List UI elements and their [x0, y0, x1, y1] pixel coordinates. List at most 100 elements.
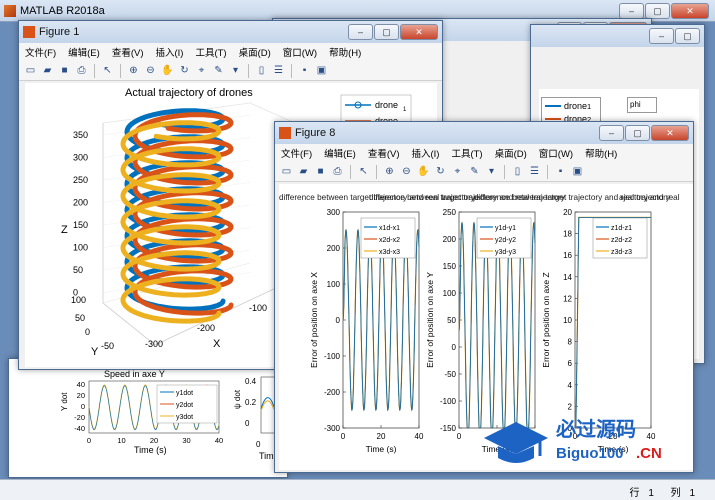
show-plot-tools-icon[interactable]: ▣: [570, 164, 585, 179]
z-tick-label: 300: [73, 153, 88, 163]
bg-right-tick-3: 0: [245, 419, 250, 428]
legend-label: y1d-y1: [495, 225, 516, 232]
fig8-maximize-button[interactable]: ▢: [625, 125, 650, 141]
z-tick-label: 50: [73, 265, 83, 275]
data-cursor-icon[interactable]: ⌖: [450, 164, 465, 179]
pan-icon[interactable]: ✋: [160, 63, 175, 78]
menu-insert[interactable]: 插入(I): [155, 45, 183, 59]
fig1-zlabel: Z: [61, 224, 68, 236]
menu-edit[interactable]: 编辑(E): [68, 45, 100, 59]
menu-window[interactable]: 窗口(W): [283, 45, 317, 59]
zoom-out-icon[interactable]: ⊖: [399, 164, 414, 179]
x-tick-label: 0: [457, 432, 462, 441]
legend-icon[interactable]: ☰: [527, 164, 542, 179]
pointer-icon[interactable]: ↖: [100, 63, 115, 78]
watermark-logo: 必过源码 Biguo100 .CN: [478, 410, 683, 470]
new-file-icon[interactable]: ▭: [279, 164, 294, 179]
save-icon[interactable]: ■: [313, 164, 328, 179]
bg3-maximize-button[interactable]: ▢: [675, 28, 700, 44]
pan-icon[interactable]: ✋: [416, 164, 431, 179]
menu-insert[interactable]: 插入(I): [411, 146, 439, 160]
menu-help[interactable]: 帮助(H): [329, 45, 361, 59]
legend-icon[interactable]: ☰: [271, 63, 286, 78]
y-tick-label: -100: [324, 352, 341, 361]
menu-file[interactable]: 文件(F): [281, 146, 312, 160]
y-tick-label: 250: [443, 208, 457, 217]
new-file-icon[interactable]: ▭: [23, 63, 38, 78]
zoom-out-icon[interactable]: ⊖: [143, 63, 158, 78]
open-folder-icon[interactable]: ▰: [40, 63, 55, 78]
menu-view[interactable]: 查看(V): [368, 146, 400, 160]
menu-help[interactable]: 帮助(H): [585, 146, 617, 160]
pointer-icon[interactable]: ↖: [356, 164, 371, 179]
menu-window[interactable]: 窗口(W): [539, 146, 573, 160]
fig1-legend-drone-1: drone: [375, 100, 398, 110]
matlab-close-button[interactable]: ✕: [671, 3, 709, 19]
brush-icon[interactable]: ✎: [467, 164, 482, 179]
fig1-minimize-button[interactable]: –: [348, 24, 373, 40]
menu-tools[interactable]: 工具(T): [451, 146, 482, 160]
rotate-icon[interactable]: ↻: [433, 164, 448, 179]
save-icon[interactable]: ■: [57, 63, 72, 78]
z-tick-label: 200: [73, 198, 88, 208]
bottom-y-tick-label: 0: [81, 402, 85, 411]
legend-label: y3d-y3: [495, 249, 516, 256]
y-tick-label: 12: [563, 294, 572, 303]
matlab-minimize-button[interactable]: –: [619, 3, 644, 19]
menu-desktop[interactable]: 桌面(D): [239, 45, 271, 59]
bottom-x-tick-label: 0: [87, 436, 91, 445]
open-folder-icon[interactable]: ▰: [296, 164, 311, 179]
legend-label: z3d-z3: [611, 249, 632, 256]
menu-view[interactable]: 查看(V): [112, 45, 144, 59]
y-tick-label: -300: [324, 424, 341, 433]
print-icon[interactable]: ⎙: [330, 164, 345, 179]
fig1-menubar: 文件(F) 编辑(E) 查看(V) 插入(I) 工具(T) 桌面(D) 窗口(W…: [19, 43, 442, 61]
data-cursor-icon[interactable]: ⌖: [194, 63, 209, 78]
fig8-close-button[interactable]: ✕: [651, 125, 689, 141]
bg-bottom-chart: Speed in axe Y 40 20 0 -20 -40 0 10 20 30 40 Y d…: [60, 369, 287, 461]
bg-bottom-figure[interactable]: Speed in axe Y 40 20 0 -20 -40 0 10 20 30 40 Y d…: [8, 358, 288, 478]
y-tick-label: 200: [327, 244, 341, 253]
y-tick-label: -100: [440, 397, 457, 406]
hide-plot-tools-icon[interactable]: ▪: [553, 164, 568, 179]
y-tick-label: 0: [85, 327, 90, 337]
y-tick-label: 16: [563, 251, 572, 260]
legend-label: z2d-z2: [611, 237, 632, 244]
show-plot-tools-icon[interactable]: ▣: [314, 63, 329, 78]
bottom-x-tick-label: 30: [182, 436, 190, 445]
bg3-minimize-button[interactable]: –: [649, 28, 674, 44]
print-icon[interactable]: ⎙: [74, 63, 89, 78]
fig1-maximize-button[interactable]: ▢: [374, 24, 399, 40]
colorbar-icon[interactable]: ▯: [254, 63, 269, 78]
brush-icon[interactable]: ✎: [211, 63, 226, 78]
menu-file[interactable]: 文件(F): [25, 45, 56, 59]
legend-label: x3d-x3: [379, 249, 400, 256]
status-row-value: 1: [648, 488, 654, 499]
bg-bottom-xlabel: Time (s): [134, 445, 167, 455]
matlab-logo-icon: [4, 4, 16, 17]
matlab-maximize-button[interactable]: ▢: [645, 3, 670, 19]
hide-plot-tools-icon[interactable]: ▪: [297, 63, 312, 78]
menu-edit[interactable]: 编辑(E): [324, 146, 356, 160]
legend-label: x1d-x1: [379, 225, 400, 232]
x-tick-label: 40: [415, 432, 424, 441]
menu-desktop[interactable]: 桌面(D): [495, 146, 527, 160]
subplot-1: 3002001000-100-200-3000 20 40Time (s)Error…: [309, 208, 424, 454]
fig8-minimize-button[interactable]: –: [599, 125, 624, 141]
menu-tools[interactable]: 工具(T): [195, 45, 226, 59]
colorbar-icon[interactable]: ▯: [510, 164, 525, 179]
bg-right-x0: 0: [256, 440, 261, 449]
zoom-in-icon[interactable]: ⊕: [382, 164, 397, 179]
rotate-icon[interactable]: ↻: [177, 63, 192, 78]
figure-1-titlebar[interactable]: Figure 1 – ▢ ✕: [19, 21, 442, 43]
dropdown-arrow-icon[interactable]: ▾: [484, 164, 499, 179]
fig1-close-button[interactable]: ✕: [400, 24, 438, 40]
dropdown-arrow-icon[interactable]: ▾: [228, 63, 243, 78]
y-tick-label: 300: [327, 208, 341, 217]
figure-8-titlebar[interactable]: Figure 8 – ▢ ✕: [275, 122, 693, 144]
z-tick-label: 100: [73, 243, 88, 253]
zoom-in-icon[interactable]: ⊕: [126, 63, 141, 78]
fig8-overlap-title-d: ajectory and real: [619, 193, 680, 202]
x-tick-label: -200: [197, 323, 215, 333]
bg-bottom-legend-2: y2dot: [176, 402, 193, 409]
